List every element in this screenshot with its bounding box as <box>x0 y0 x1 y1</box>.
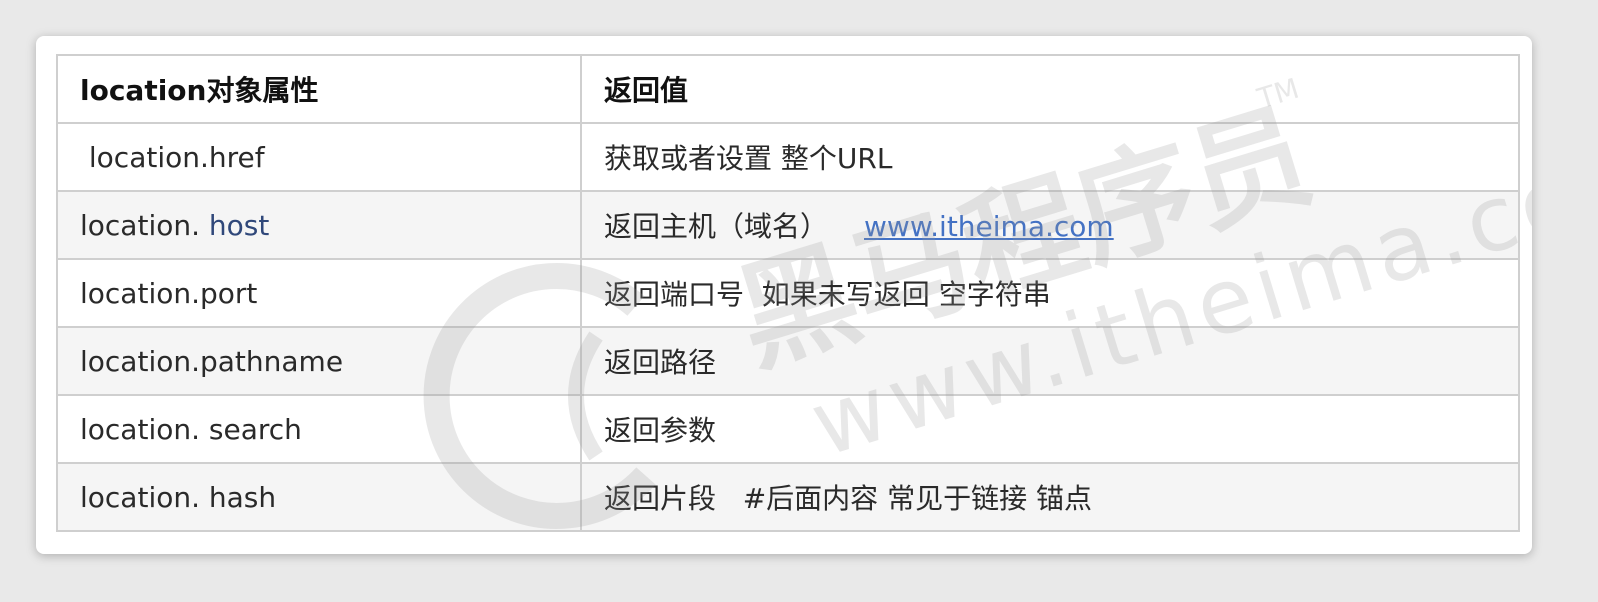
table-row: location.port 返回端口号 如果未写返回 空字符串 <box>56 258 1520 328</box>
table-row: location.href 获取或者设置 整个URL <box>56 122 1520 192</box>
table-header-row: location对象属性 返回值 <box>56 54 1520 124</box>
property-name-suffix: host <box>208 208 270 242</box>
return-value-text: 获取或者设置 整个URL <box>604 142 893 175</box>
return-value-text: 返回端口号 如果未写返回 空字符串 <box>604 278 1051 311</box>
return-value-cell: 返回主机（域名） www.itheima.com <box>580 190 1520 260</box>
return-value-text: 返回参数 <box>604 414 717 447</box>
return-value-cell: 返回片段 #后面内容 常见于链接 锚点 <box>580 462 1520 532</box>
property-name: location.pathname <box>80 344 344 378</box>
return-value-cell: 返回参数 <box>580 394 1520 464</box>
return-value-cell: 获取或者设置 整个URL <box>580 122 1520 192</box>
property-name: location.href <box>80 140 265 174</box>
property-name: location. search <box>80 412 302 446</box>
property-cell: location. host <box>56 190 582 260</box>
return-value-text: 返回路径 <box>604 346 717 379</box>
property-name: location.port <box>80 276 258 310</box>
property-name: location. hash <box>80 480 277 514</box>
table-row: location. host 返回主机（域名） www.itheima.com <box>56 190 1520 260</box>
return-value-cell: 返回端口号 如果未写返回 空字符串 <box>580 258 1520 328</box>
property-cell: location. hash <box>56 462 582 532</box>
return-value-text: 返回片段 #后面内容 常见于链接 锚点 <box>604 482 1092 515</box>
property-name: location. <box>80 208 209 242</box>
table-container: location对象属性 返回值 location.href 获取或者设置 整个… <box>56 54 1520 543</box>
itheima-link[interactable]: www.itheima.com <box>864 210 1114 243</box>
location-properties-table: location对象属性 返回值 location.href 获取或者设置 整个… <box>56 54 1520 532</box>
table-row: location. hash 返回片段 #后面内容 常见于链接 锚点 <box>56 462 1520 532</box>
property-cell: location.href <box>56 122 582 192</box>
property-cell: location.port <box>56 258 582 328</box>
table-row: location.pathname 返回路径 <box>56 326 1520 396</box>
content-card: location对象属性 返回值 location.href 获取或者设置 整个… <box>36 36 1532 554</box>
return-value-cell: 返回路径 <box>580 326 1520 396</box>
property-cell: location.pathname <box>56 326 582 396</box>
table-row: location. search 返回参数 <box>56 394 1520 464</box>
header-return-value: 返回值 <box>580 54 1520 124</box>
header-property: location对象属性 <box>56 54 582 124</box>
return-value-text: 返回主机（域名） <box>604 210 829 243</box>
property-cell: location. search <box>56 394 582 464</box>
